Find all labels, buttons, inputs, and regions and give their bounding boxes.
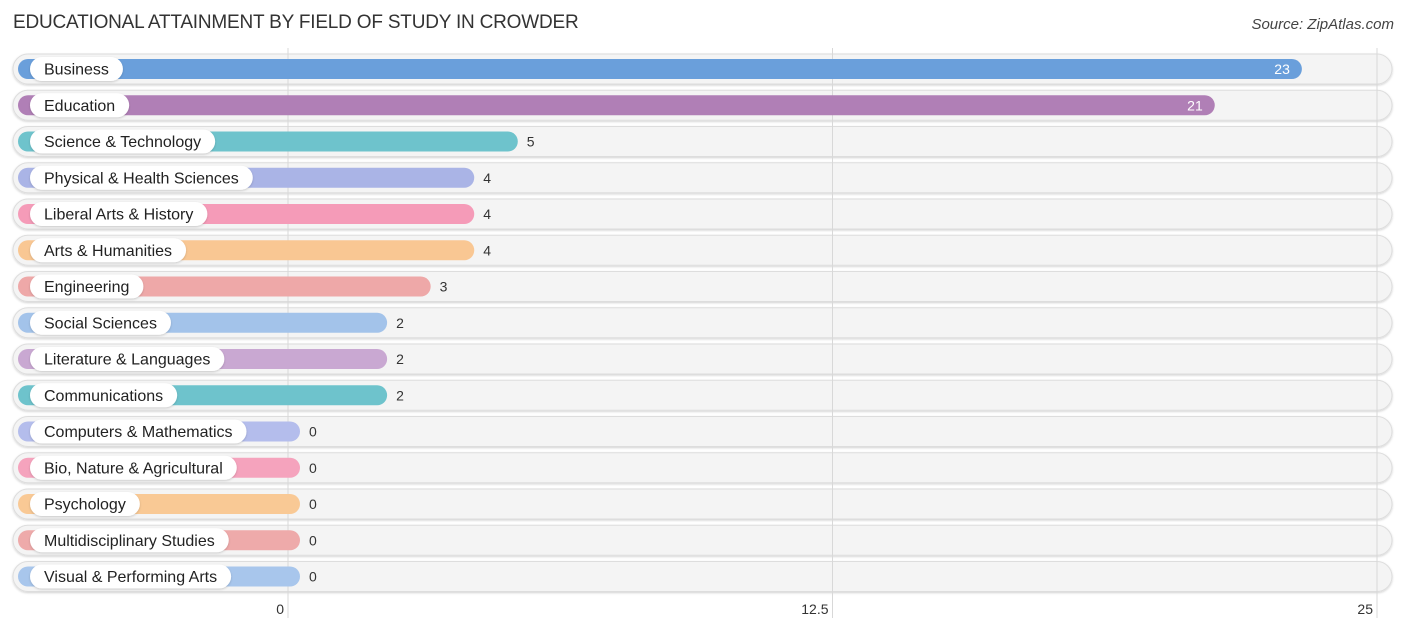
value-label: 5 <box>527 134 535 150</box>
value-label: 0 <box>309 532 317 548</box>
value-label: 0 <box>309 569 317 585</box>
value-label: 0 <box>309 424 317 440</box>
category-label: Computers & Mathematics <box>44 424 233 441</box>
bar-chart: Business 23Education 21Science & Technolog… <box>12 48 1393 618</box>
bar[interactable] <box>18 95 1215 116</box>
category-label: Science & Technology <box>44 134 201 151</box>
value-label: 2 <box>396 315 404 331</box>
category-label: Education <box>44 98 115 115</box>
category-label: Bio, Nature & Agricultural <box>44 460 223 477</box>
category-label: Engineering <box>44 279 129 296</box>
category-label: Literature & Languages <box>44 352 210 369</box>
value-label: 23 <box>1274 61 1290 77</box>
x-tick-label: 0 <box>276 601 284 617</box>
category-label: Physical & Health Sciences <box>44 170 239 187</box>
x-tick-label: 25 <box>1357 601 1373 617</box>
category-label: Psychology <box>44 497 126 514</box>
category-label: Multidisciplinary Studies <box>44 533 215 550</box>
value-label: 4 <box>483 242 491 258</box>
category-label: Communications <box>44 388 163 405</box>
category-label: Arts & Humanities <box>44 243 172 260</box>
category-label: Visual & Performing Arts <box>44 569 217 586</box>
value-label: 2 <box>396 351 404 367</box>
value-label: 4 <box>483 170 491 186</box>
value-label: 0 <box>309 496 317 512</box>
bar[interactable] <box>18 59 1302 79</box>
value-label: 2 <box>396 387 404 403</box>
value-label: 0 <box>309 460 317 476</box>
value-label: 21 <box>1187 97 1203 113</box>
category-label: Business <box>44 62 109 79</box>
value-label: 4 <box>483 206 491 222</box>
x-tick-label: 12.5 <box>801 601 828 617</box>
category-label: Social Sciences <box>44 315 157 332</box>
category-label: Liberal Arts & History <box>44 207 193 224</box>
value-label: 3 <box>440 279 448 295</box>
